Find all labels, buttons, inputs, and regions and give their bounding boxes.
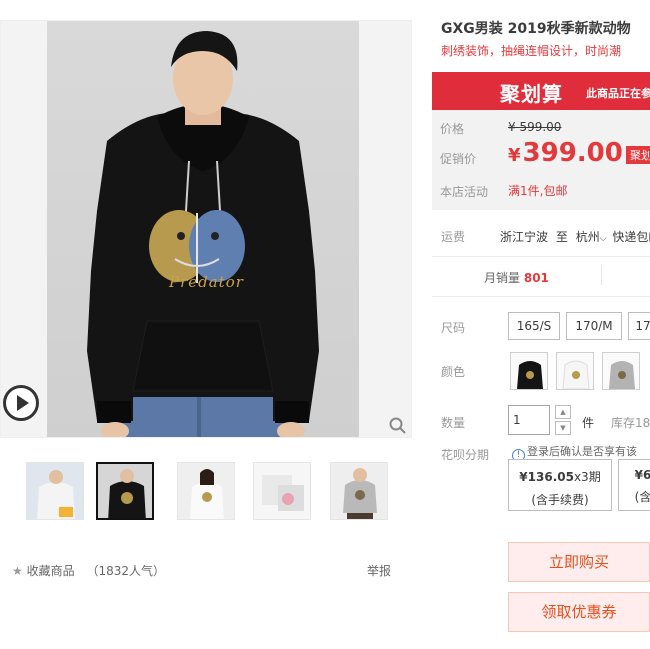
promo-price: ¥399.00 <box>508 138 623 168</box>
divider <box>432 256 650 257</box>
thumbnail-4[interactable] <box>253 462 311 520</box>
price-panel: 价格 ¥ 599.00 促销价 ¥399.00 聚划 本店活动 满1件,包邮 <box>432 110 650 210</box>
buy-now-button[interactable]: 立即购买 <box>508 542 650 582</box>
thumbnail-3[interactable] <box>177 462 235 520</box>
shipping-label: 运费 <box>441 230 466 244</box>
ship-to-word: 至 <box>555 230 568 244</box>
promo-price-label: 促销价 <box>440 152 477 166</box>
huabei-label: 花呗分期 <box>441 448 490 462</box>
shipping-info: 浙江宁波 至 杭州⌵ 快递包邮 <box>500 228 650 245</box>
thumbnail-strip <box>0 458 412 528</box>
play-video-button[interactable] <box>3 385 39 421</box>
size-option-165[interactable]: 165/S <box>508 312 560 340</box>
currency-symbol: ¥ <box>508 145 521 166</box>
stock-count: 库存18 <box>611 416 650 430</box>
thumbnail-image <box>331 463 387 519</box>
star-icon: ★ <box>12 564 23 578</box>
quantity-unit: 件 <box>582 416 595 430</box>
monthly-sales: 月销量 801 <box>484 269 549 286</box>
juhuasuan-logo: 聚划算 <box>500 82 563 106</box>
color-swatch-image <box>609 361 635 389</box>
juhuasuan-banner[interactable]: 聚划算 此商品正在参 <box>432 72 650 110</box>
huabei-plan-3[interactable]: ¥136.05x3期 (含手续费) <box>508 459 612 511</box>
plan-fee: (含 <box>634 490 650 504</box>
ship-from: 浙江宁波 <box>500 230 549 244</box>
quantity-input[interactable]: 1 <box>508 405 550 435</box>
color-option-white[interactable] <box>556 352 594 390</box>
price-label: 价格 <box>440 122 465 136</box>
promo-price-value: 399.00 <box>522 138 623 168</box>
divider <box>432 296 650 297</box>
quantity-increase-button[interactable]: ▲ <box>555 405 571 419</box>
favorite-label: 收藏商品 <box>26 564 75 578</box>
thumbnail-image <box>178 463 234 519</box>
favorite-product[interactable]: ★ 收藏商品 （1832人气） <box>12 562 165 579</box>
thumbnail-image <box>27 463 83 519</box>
thumbnail-image <box>98 464 152 518</box>
color-option-black[interactable] <box>510 352 548 390</box>
store-activity: 满1件,包邮 <box>508 184 568 198</box>
size-option-175[interactable]: 17 <box>628 312 650 340</box>
sales-count: 801 <box>523 271 549 285</box>
promo-note: 此商品正在参 <box>586 87 650 100</box>
plan-fee: (含手续费) <box>531 493 589 507</box>
size-option-170[interactable]: 170/M <box>566 312 622 340</box>
thumbnail-1[interactable] <box>26 462 84 520</box>
original-price: ¥ 599.00 <box>508 120 562 134</box>
model-photo: Predator <box>47 21 359 437</box>
color-swatch-image <box>517 361 543 389</box>
quantity-decrease-button[interactable]: ▼ <box>555 421 571 435</box>
huabei-info-text: 登录后确认是否享有该 <box>527 445 637 458</box>
quantity-label: 数量 <box>441 416 466 430</box>
activity-label: 本店活动 <box>440 185 489 199</box>
ship-destination-select[interactable]: 杭州⌵ <box>576 230 607 244</box>
thumbnail-image <box>254 463 310 519</box>
get-coupon-button[interactable]: 领取优惠券 <box>508 592 650 632</box>
color-label: 颜色 <box>441 365 466 379</box>
sales-label: 月销量 <box>484 271 521 285</box>
shipping-method: 快递包邮 <box>612 230 650 244</box>
product-subtitle: 刺绣装饰，抽绳连帽设计，时尚潮 <box>441 44 622 58</box>
zoom-icon[interactable] <box>389 417 407 435</box>
plan-periods: x3期 <box>573 470 601 484</box>
huabei-plan-6[interactable]: ¥6 (含 <box>618 459 650 511</box>
plan-amount: ¥6 <box>634 468 650 482</box>
thumbnail-5[interactable] <box>330 462 388 520</box>
chevron-down-icon: ⌵ <box>599 234 607 244</box>
color-swatch-image <box>562 360 590 389</box>
main-product-image[interactable]: Predator <box>0 20 412 438</box>
product-title: GXG男装 2019秋季新款动物 <box>441 21 631 37</box>
hoodie-model-illustration <box>87 31 319 437</box>
juhuasuan-price-tag: 聚划 <box>626 146 650 164</box>
plan-amount: ¥136.05 <box>519 470 574 484</box>
divider <box>601 265 602 285</box>
report-link[interactable]: 举报 <box>367 562 391 579</box>
size-label: 尺码 <box>441 321 466 335</box>
color-option-grey[interactable] <box>602 352 640 390</box>
print-text: Predator <box>169 273 244 291</box>
favorite-count: （1832人气） <box>86 564 165 578</box>
ship-destination: 杭州 <box>575 230 600 244</box>
thumbnail-2[interactable] <box>96 462 154 520</box>
